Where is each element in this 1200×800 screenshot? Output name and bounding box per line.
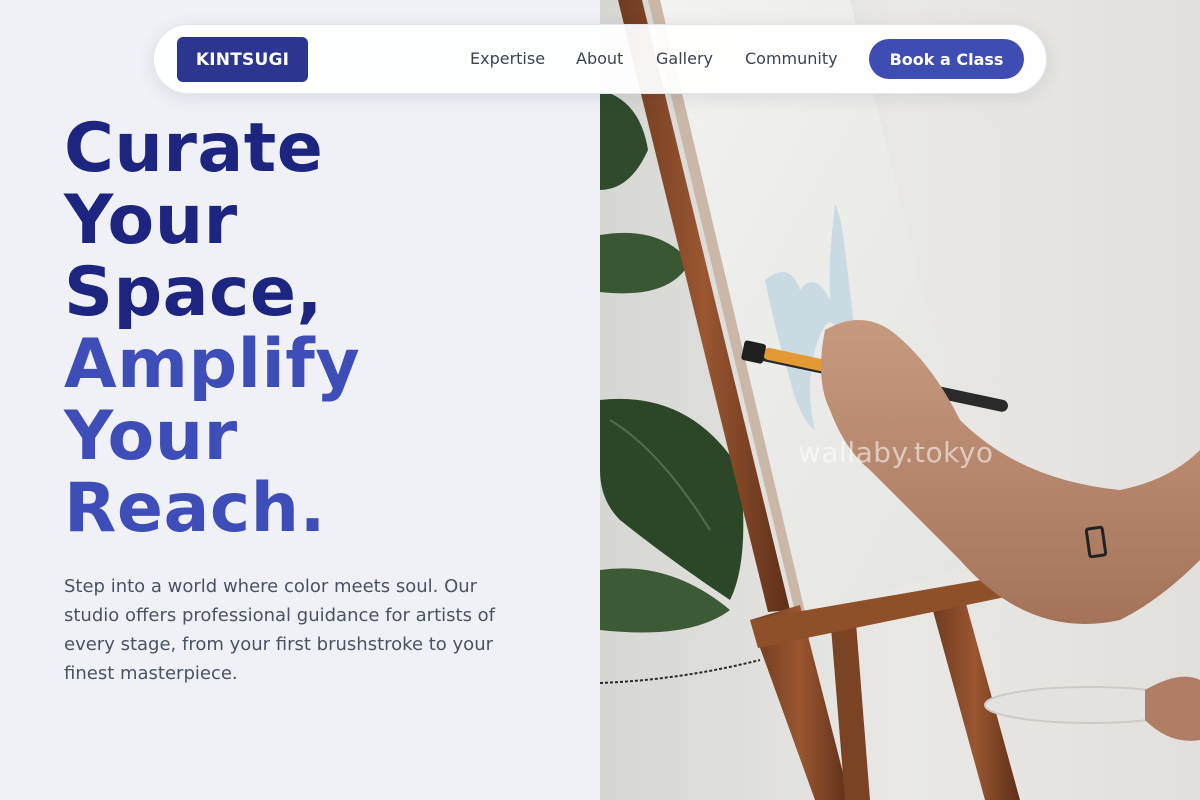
hero-heading: Curate Your Space, Amplify Your Reach.	[64, 113, 584, 545]
nav-link-gallery[interactable]: Gallery	[656, 48, 713, 70]
hero-heading-line: Amplify	[64, 325, 361, 404]
image-watermark: wallaby.tokyo	[798, 436, 994, 469]
top-navbar: KINTSUGI Expertise About Gallery Communi…	[153, 24, 1047, 94]
nav-link-community[interactable]: Community	[745, 48, 838, 70]
hero-heading-line: Reach.	[64, 469, 326, 548]
book-a-class-button[interactable]: Book a Class	[869, 39, 1024, 79]
hero-description: Step into a world where color meets soul…	[64, 576, 496, 684]
hero-heading-line: Space,	[64, 253, 323, 332]
nav-link-expertise[interactable]: Expertise	[470, 48, 545, 70]
hero-heading-line: Your	[64, 397, 238, 476]
easel-painting-illustration	[600, 0, 1200, 800]
hero-heading-line: Curate	[64, 109, 324, 188]
nav-link-about[interactable]: About	[576, 48, 623, 70]
hero-photo: wallaby.tokyo	[600, 0, 1200, 800]
brand-logo[interactable]: KINTSUGI	[177, 37, 308, 82]
hero-heading-line: Your	[64, 181, 238, 260]
